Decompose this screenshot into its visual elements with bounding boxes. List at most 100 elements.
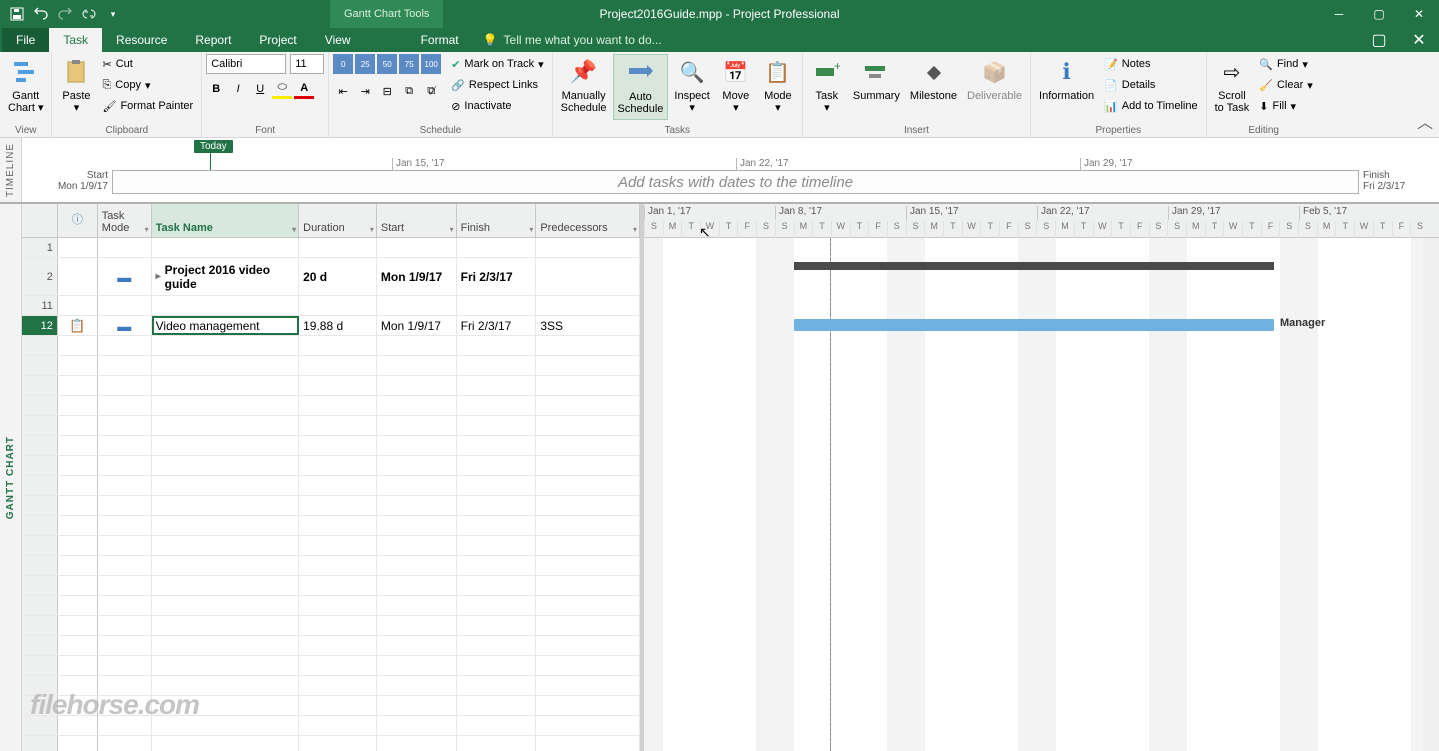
- predecessors-cell[interactable]: [536, 736, 640, 751]
- inspect-button[interactable]: 🔍Inspect▾: [670, 54, 713, 120]
- column-header[interactable]: [22, 204, 58, 237]
- duration-cell[interactable]: [299, 536, 377, 555]
- task-name-cell[interactable]: [152, 416, 300, 435]
- predecessors-cell[interactable]: [536, 676, 640, 695]
- finish-cell[interactable]: [457, 596, 537, 615]
- start-cell[interactable]: [377, 496, 457, 515]
- finish-cell[interactable]: [457, 636, 537, 655]
- task-name-cell[interactable]: [152, 516, 300, 535]
- redo-icon[interactable]: [54, 3, 76, 25]
- predecessors-cell[interactable]: [536, 376, 640, 395]
- start-cell[interactable]: [377, 476, 457, 495]
- finish-cell[interactable]: [457, 336, 537, 355]
- pct75-button[interactable]: 75: [399, 54, 419, 74]
- task-mode-cell[interactable]: [98, 456, 152, 475]
- start-cell[interactable]: [377, 376, 457, 395]
- clear-button[interactable]: 🧹Clear ▾: [1255, 75, 1317, 95]
- task-name-cell[interactable]: [152, 656, 300, 675]
- table-row[interactable]: [22, 336, 640, 356]
- start-cell[interactable]: [377, 596, 457, 615]
- task-mode-cell[interactable]: [98, 376, 152, 395]
- link-icon[interactable]: [78, 3, 100, 25]
- collapse-ribbon-button[interactable]: ︿: [1417, 109, 1433, 133]
- task-mode-cell[interactable]: [98, 596, 152, 615]
- predecessors-cell[interactable]: [536, 396, 640, 415]
- task-name-cell[interactable]: ▸Project 2016 video guide: [152, 258, 300, 295]
- start-cell[interactable]: [377, 238, 457, 257]
- duration-cell[interactable]: [299, 376, 377, 395]
- start-cell[interactable]: [377, 616, 457, 635]
- start-cell[interactable]: [377, 636, 457, 655]
- duration-cell[interactable]: [299, 696, 377, 715]
- task-name-cell[interactable]: [152, 296, 300, 315]
- gantt-vtab[interactable]: GANTT CHART: [0, 204, 22, 751]
- row-number[interactable]: 1: [22, 238, 58, 257]
- tab-task[interactable]: Task: [49, 28, 102, 52]
- doc-close-button[interactable]: ✕: [1399, 28, 1439, 52]
- close-button[interactable]: ✕: [1399, 0, 1439, 28]
- duration-cell[interactable]: 20 d: [299, 258, 377, 295]
- row-number[interactable]: [22, 576, 58, 595]
- finish-cell[interactable]: [457, 576, 537, 595]
- row-number[interactable]: 12: [22, 316, 58, 335]
- row-number[interactable]: [22, 656, 58, 675]
- insert-task-button[interactable]: +Task▾: [807, 54, 847, 120]
- finish-cell[interactable]: Fri 2/3/17: [457, 258, 537, 295]
- duration-cell[interactable]: [299, 556, 377, 575]
- qat-customize-icon[interactable]: ▾: [102, 3, 124, 25]
- task-name-cell[interactable]: [152, 376, 300, 395]
- finish-cell[interactable]: [457, 736, 537, 751]
- task-name-cell[interactable]: [152, 476, 300, 495]
- pct50-button[interactable]: 50: [377, 54, 397, 74]
- underline-button[interactable]: U: [250, 79, 270, 99]
- fill-button[interactable]: ⬇Fill ▾: [1255, 96, 1317, 116]
- finish-cell[interactable]: [457, 676, 537, 695]
- task-name-cell[interactable]: [152, 596, 300, 615]
- table-row[interactable]: [22, 576, 640, 596]
- split-task-button[interactable]: ⊟: [377, 81, 397, 101]
- start-cell[interactable]: [377, 296, 457, 315]
- row-number[interactable]: [22, 616, 58, 635]
- row-number[interactable]: [22, 436, 58, 455]
- column-header[interactable]: Task Name▾: [152, 204, 300, 237]
- pct25-button[interactable]: 25: [355, 54, 375, 74]
- table-row[interactable]: [22, 436, 640, 456]
- link-tasks-button[interactable]: ⧉: [399, 81, 419, 101]
- pct100-button[interactable]: 100: [421, 54, 441, 74]
- table-row[interactable]: [22, 616, 640, 636]
- finish-cell[interactable]: [457, 496, 537, 515]
- start-cell[interactable]: [377, 676, 457, 695]
- predecessors-cell[interactable]: [536, 416, 640, 435]
- predecessors-cell[interactable]: [536, 356, 640, 375]
- table-row[interactable]: [22, 536, 640, 556]
- task-mode-cell[interactable]: [98, 476, 152, 495]
- font-size-select[interactable]: [290, 54, 324, 74]
- start-cell[interactable]: [377, 396, 457, 415]
- table-row[interactable]: [22, 456, 640, 476]
- table-row[interactable]: [22, 556, 640, 576]
- predecessors-cell[interactable]: 3SS: [536, 316, 640, 335]
- row-number[interactable]: [22, 556, 58, 575]
- predecessors-cell[interactable]: [536, 336, 640, 355]
- task-mode-cell[interactable]: [98, 296, 152, 315]
- column-header[interactable]: Duration▾: [299, 204, 377, 237]
- table-row[interactable]: [22, 416, 640, 436]
- finish-cell[interactable]: [457, 556, 537, 575]
- row-number[interactable]: [22, 456, 58, 475]
- duration-cell[interactable]: [299, 616, 377, 635]
- timeline-vtab[interactable]: TIMELINE: [0, 138, 22, 202]
- task-name-cell[interactable]: [152, 556, 300, 575]
- table-row[interactable]: [22, 736, 640, 751]
- maximize-button[interactable]: ▢: [1359, 0, 1399, 28]
- tab-format[interactable]: Format: [407, 28, 473, 52]
- start-cell[interactable]: [377, 696, 457, 715]
- tab-report[interactable]: Report: [181, 28, 245, 52]
- row-number[interactable]: [22, 496, 58, 515]
- start-cell[interactable]: [377, 656, 457, 675]
- finish-cell[interactable]: [457, 238, 537, 257]
- copy-button[interactable]: ⎘Copy ▾: [98, 75, 197, 95]
- duration-cell[interactable]: 19.88 d: [299, 316, 377, 335]
- predecessors-cell[interactable]: [536, 496, 640, 515]
- finish-cell[interactable]: [457, 716, 537, 735]
- predecessors-cell[interactable]: [536, 616, 640, 635]
